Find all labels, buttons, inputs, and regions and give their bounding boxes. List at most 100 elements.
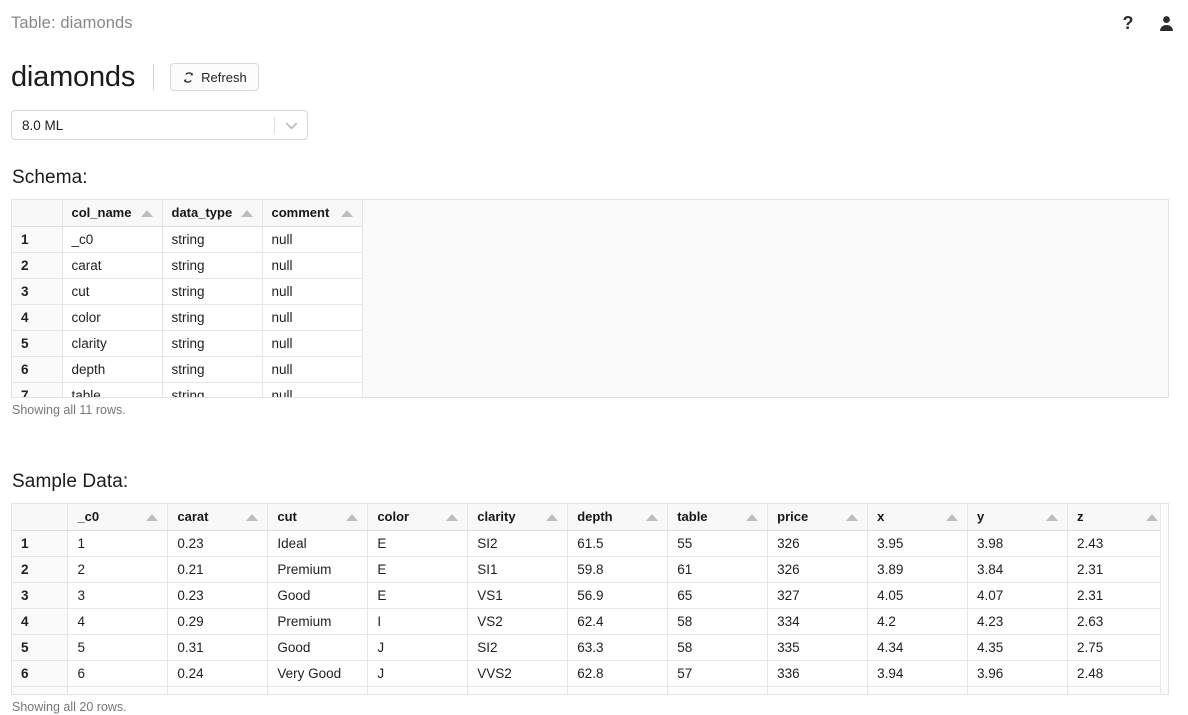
cluster-select-value: 8.0 ML — [22, 117, 64, 133]
row-index: 4 — [12, 304, 63, 331]
cell-cut: Very Good — [267, 686, 369, 694]
cell-_c0: 4 — [67, 608, 169, 635]
cell-col_name: table — [62, 382, 163, 397]
column-header-label: color — [377, 509, 410, 524]
sample-table-scrollbar[interactable] — [1160, 504, 1168, 694]
schema-row[interactable]: 4 color string null — [12, 304, 363, 331]
cell-y: 4.35 — [967, 634, 1068, 661]
sample-row[interactable]: 4 4 0.29 Premium I VS2 62.4 58 334 4.2 4.23 2.63 — [12, 608, 1168, 635]
sample-column-header-depth[interactable]: depth — [567, 504, 669, 531]
cell-col_name: cut — [62, 278, 163, 305]
schema-column-header-col_name[interactable]: col_name — [62, 200, 163, 227]
cell-color: I — [367, 686, 469, 694]
cell-y: 3.96 — [967, 660, 1068, 687]
cell-table: 61 — [667, 556, 769, 583]
cell-carat: 0.23 — [167, 530, 269, 557]
sample-column-header-cut[interactable]: cut — [267, 504, 369, 531]
sort-ascending-icon[interactable] — [140, 209, 153, 217]
cell-y: 3.98 — [967, 530, 1068, 557]
cell-z: 2.31 — [1067, 582, 1168, 609]
cell-color: J — [367, 634, 469, 661]
sample-index-header — [12, 504, 69, 531]
sort-ascending-icon[interactable] — [1146, 513, 1158, 521]
schema-row[interactable]: 2 carat string null — [12, 252, 363, 279]
schema-row[interactable]: 1 _c0 string null — [12, 226, 363, 253]
cell-x: 3.89 — [867, 556, 969, 583]
cell-table: 57 — [667, 660, 769, 687]
cell-_c0: 7 — [67, 686, 169, 694]
schema-column-header-data_type[interactable]: data_type — [162, 200, 263, 227]
cell-carat: 0.21 — [167, 556, 269, 583]
sample-column-header-_c0[interactable]: _c0 — [67, 504, 169, 531]
sort-ascending-icon[interactable] — [346, 513, 359, 521]
row-index: 3 — [12, 278, 63, 305]
cell-clarity: SI2 — [467, 530, 569, 557]
cell-table: 55 — [667, 530, 769, 557]
sort-ascending-icon[interactable] — [340, 209, 353, 217]
sample-row[interactable]: 5 5 0.31 Good J SI2 63.3 58 335 4.34 4.35 2.75 — [12, 634, 1168, 661]
sort-ascending-icon[interactable] — [146, 513, 159, 521]
cell-data_type: string — [162, 278, 263, 305]
sample-column-header-table[interactable]: table — [667, 504, 769, 531]
schema-heading: Schema: — [12, 167, 88, 188]
sort-ascending-icon[interactable] — [846, 513, 859, 521]
cell-carat: 0.23 — [167, 582, 269, 609]
question-mark-glyph: ? — [1122, 13, 1134, 33]
sample-row[interactable]: 770.24Very GoodIVVS162.3573363.953.982.4… — [12, 686, 1168, 694]
cell-table: 58 — [667, 634, 769, 661]
user-icon[interactable] — [1154, 11, 1178, 35]
cell-clarity: VS2 — [467, 608, 569, 635]
sample-column-header-price[interactable]: price — [767, 504, 869, 531]
row-index: 7 — [12, 686, 69, 694]
sort-ascending-icon[interactable] — [546, 513, 559, 521]
sample-column-header-carat[interactable]: carat — [167, 504, 269, 531]
sample-row[interactable]: 1 1 0.23 Ideal E SI2 61.5 55 326 3.95 3.98 2.43 — [12, 530, 1168, 557]
column-header-label: x — [877, 509, 885, 524]
column-header-label: carat — [177, 509, 209, 524]
cell-clarity: VS1 — [467, 582, 569, 609]
cluster-select[interactable]: 8.0 ML — [11, 110, 308, 140]
sample-column-header-x[interactable]: x — [867, 504, 969, 531]
cell-_c0: 2 — [67, 556, 169, 583]
refresh-button[interactable]: Refresh — [170, 63, 259, 91]
sample-column-header-color[interactable]: color — [367, 504, 469, 531]
sample-column-header-z[interactable]: z — [1067, 504, 1168, 531]
sample-column-header-y[interactable]: y — [967, 504, 1068, 531]
chevron-down-icon[interactable] — [275, 116, 307, 135]
row-index: 4 — [12, 608, 69, 635]
sample-row[interactable]: 2 2 0.21 Premium E SI1 59.8 61 326 3.89 3.84 2.31 — [12, 556, 1168, 583]
schema-row[interactable]: 6 depth string null — [12, 356, 363, 383]
cell-depth: 61.5 — [567, 530, 669, 557]
sample-table-head: _c0 carat cut color clarity depth table price x y… — [12, 504, 1168, 531]
cell-cut: Very Good — [267, 660, 369, 687]
cell-depth: 62.8 — [567, 660, 669, 687]
column-header-label: data_type — [171, 205, 233, 220]
sort-ascending-icon[interactable] — [446, 513, 459, 521]
cell-z: 2.31 — [1067, 556, 1168, 583]
row-index: 6 — [12, 660, 69, 687]
cell-x: 4.2 — [867, 608, 969, 635]
sort-ascending-icon[interactable] — [946, 513, 959, 521]
cell-z: 2.48 — [1067, 660, 1168, 687]
row-index: 1 — [12, 226, 63, 253]
schema-row[interactable]: 3 cut string null — [12, 278, 363, 305]
cell-color: E — [367, 582, 469, 609]
help-icon[interactable]: ? — [1116, 11, 1140, 35]
sort-ascending-icon[interactable] — [746, 513, 759, 521]
refresh-button-label: Refresh — [201, 69, 247, 85]
schema-row[interactable]: 5 clarity string null — [12, 330, 363, 357]
sample-row[interactable]: 6 6 0.24 Very Good J VVS2 62.8 57 336 3.94 3.96 2.4… — [12, 660, 1168, 687]
sort-ascending-icon[interactable] — [240, 209, 253, 217]
cell-x: 4.34 — [867, 634, 969, 661]
sample-row[interactable]: 3 3 0.23 Good E VS1 56.9 65 327 4.05 4.07 2.31 — [12, 582, 1168, 609]
sort-ascending-icon[interactable] — [646, 513, 659, 521]
sort-ascending-icon[interactable] — [1045, 513, 1058, 521]
schema-row[interactable]: 7 table string null — [12, 382, 363, 397]
row-index: 6 — [12, 356, 63, 383]
column-header-label: y — [977, 509, 985, 524]
sample-column-header-clarity[interactable]: clarity — [467, 504, 569, 531]
schema-column-header-comment[interactable]: comment — [262, 200, 363, 227]
sort-ascending-icon[interactable] — [246, 513, 259, 521]
cell-z: 2.75 — [1067, 634, 1168, 661]
cell-price: 326 — [767, 556, 869, 583]
